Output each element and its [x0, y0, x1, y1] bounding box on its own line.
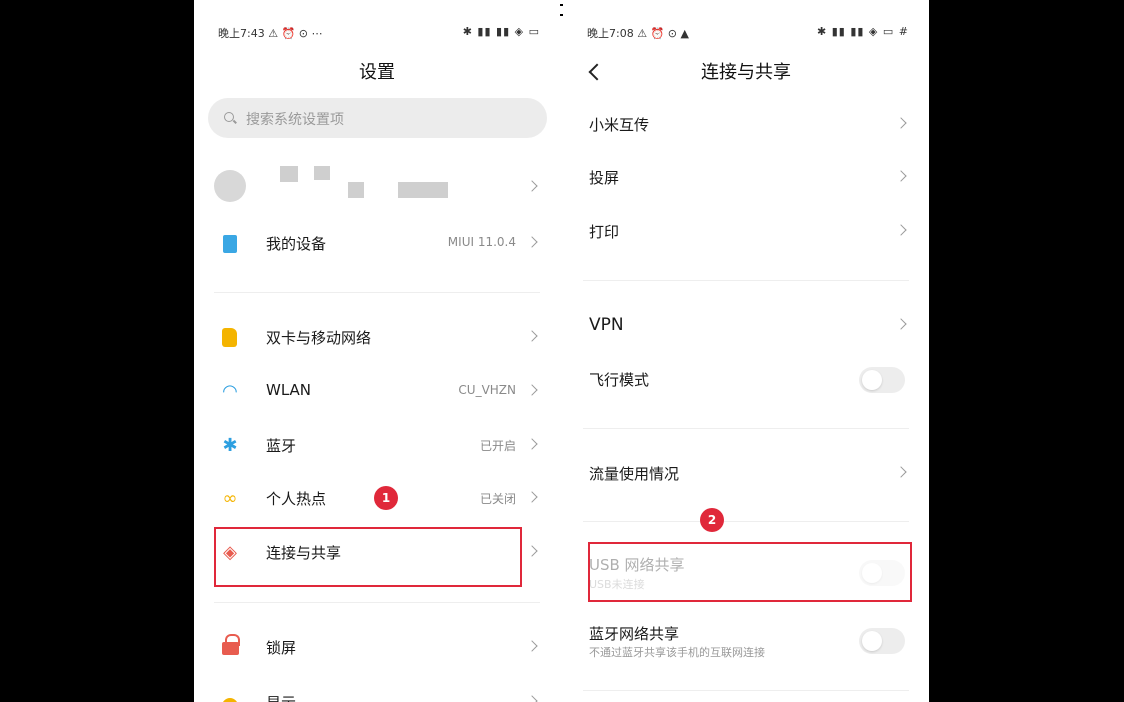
sun-icon — [222, 698, 238, 702]
wifi-icon: ◠ — [222, 381, 238, 402]
settings-item-airplane-mode[interactable]: 飞行模式 — [563, 357, 929, 403]
bluetooth-tethering-toggle[interactable] — [859, 628, 905, 654]
chevron-right-icon — [526, 330, 538, 342]
blurred-account-name — [280, 166, 298, 182]
chevron-right-icon — [526, 545, 538, 557]
account-row[interactable] — [194, 162, 560, 208]
chevron-right-icon — [526, 695, 538, 702]
bluetooth-icon: ✱ — [222, 435, 238, 456]
connection-sharing-screen: 晚上7:08 ⚠ ⏰ ⊙ ▲ ✱ ▮▮ ▮▮ ◈ ▭ # 连接与共享 小米互传 … — [563, 0, 929, 702]
page-title: 设置 — [359, 62, 395, 83]
chevron-right-icon — [895, 170, 907, 182]
settings-item-vpn[interactable]: VPN — [563, 303, 929, 349]
search-icon — [224, 112, 234, 122]
item-sub-label: 不通过蓝牙共享该手机的互联网连接 — [589, 646, 765, 659]
status-bar: 晚上7:08 ⚠ ⏰ ⊙ ▲ ✱ ▮▮ ▮▮ ◈ ▭ # — [563, 22, 929, 44]
settings-item-data-usage[interactable]: 流量使用情况 — [563, 451, 929, 497]
status-icons: ✱ ▮▮ ▮▮ ◈ ▭ # — [817, 25, 909, 38]
settings-item-wlan[interactable]: ◠ WLAN CU_VHZN — [194, 369, 560, 415]
settings-item-bluetooth-tethering[interactable]: 蓝牙网络共享 不通过蓝牙共享该手机的互联网连接 — [563, 618, 929, 668]
phone-icon — [223, 235, 237, 253]
chevron-right-icon — [895, 318, 907, 330]
blurred-account-id — [398, 182, 448, 198]
chevron-right-icon — [526, 180, 538, 192]
highlight-box — [588, 542, 912, 602]
item-label: 流量使用情况 — [589, 465, 680, 483]
item-label: 小米互传 — [589, 116, 650, 134]
my-device-label: 我的设备 — [266, 235, 327, 253]
status-icons: ✱ ▮▮ ▮▮ ◈ ▭ — [462, 25, 540, 38]
avatar — [214, 170, 246, 202]
my-device-row[interactable]: 我的设备 MIUI 11.0.4 — [194, 221, 560, 267]
airplane-mode-toggle[interactable] — [859, 367, 905, 393]
status-time: 晚上7:43 ⚠ ⏰ ⊙ ⋯ — [218, 27, 323, 40]
chevron-right-icon — [526, 236, 538, 248]
chevron-right-icon — [526, 491, 538, 503]
sidebar-item-dual-sim[interactable]: 双卡与移动网络 — [194, 315, 560, 361]
item-value: CU_VHZN — [458, 383, 516, 397]
step-badge-1: 1 — [374, 486, 398, 510]
lock-icon — [222, 634, 240, 655]
settings-screen: 晚上7:43 ⚠ ⏰ ⊙ ⋯ ✱ ▮▮ ▮▮ ◈ ▭ 设置 搜索系统设置项 我的… — [194, 0, 560, 702]
chevron-right-icon — [895, 117, 907, 129]
my-device-value: MIUI 11.0.4 — [447, 235, 516, 249]
settings-item-bluetooth[interactable]: ✱ 蓝牙 已开启 — [194, 423, 560, 469]
item-label: 飞行模式 — [589, 371, 650, 389]
blurred-account-name — [314, 166, 330, 180]
settings-item-lock-screen[interactable]: 锁屏 — [194, 625, 560, 671]
highlight-box — [214, 527, 522, 587]
item-label: 锁屏 — [266, 639, 297, 657]
section-divider — [583, 521, 909, 522]
item-label: 蓝牙网络共享 — [589, 625, 680, 643]
settings-item-mi-share[interactable]: 小米互传 — [563, 102, 929, 148]
section-divider — [214, 602, 540, 603]
section-divider — [583, 280, 909, 281]
search-placeholder: 搜索系统设置项 — [246, 112, 344, 128]
chevron-right-icon — [895, 466, 907, 478]
status-time: 晚上7:08 ⚠ ⏰ ⊙ ▲ — [587, 27, 689, 40]
section-divider — [583, 690, 909, 691]
item-value: 已关闭 — [479, 492, 516, 506]
item-label: VPN — [589, 315, 624, 335]
chevron-right-icon — [526, 640, 538, 652]
sim-card-icon — [222, 328, 237, 347]
chevron-right-icon — [526, 438, 538, 450]
status-bar: 晚上7:43 ⚠ ⏰ ⊙ ⋯ ✱ ▮▮ ▮▮ ◈ ▭ — [194, 22, 560, 44]
section-divider — [214, 292, 540, 293]
item-label: WLAN — [266, 381, 312, 399]
item-label: 个人热点 — [266, 490, 327, 508]
search-input[interactable]: 搜索系统设置项 — [208, 98, 547, 138]
chevron-right-icon — [526, 384, 538, 396]
settings-item-print[interactable]: 打印 — [563, 209, 929, 255]
item-label: 投屏 — [589, 169, 620, 187]
item-value: 已开启 — [479, 439, 516, 453]
settings-item-display[interactable]: 显示 — [194, 680, 560, 702]
item-label: 显示 — [266, 692, 296, 702]
page-title: 连接与共享 — [701, 62, 791, 83]
chevron-right-icon — [895, 224, 907, 236]
item-label: 双卡与移动网络 — [266, 329, 372, 347]
blurred-account-name — [348, 182, 364, 198]
item-label: 蓝牙 — [266, 437, 297, 455]
section-divider — [583, 428, 909, 429]
step-badge-2: 2 — [700, 508, 724, 532]
item-label: 打印 — [589, 223, 620, 241]
settings-item-cast[interactable]: 投屏 — [563, 155, 929, 201]
hotspot-icon: ∞ — [222, 488, 238, 509]
